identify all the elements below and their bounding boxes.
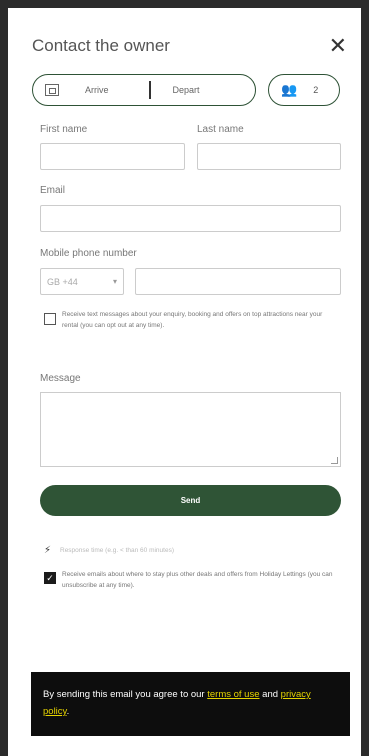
email-field[interactable] xyxy=(40,205,341,232)
depart-date[interactable]: Depart xyxy=(173,85,200,95)
send-button[interactable]: Send xyxy=(40,485,341,516)
message-textarea[interactable] xyxy=(40,392,341,467)
terms-of-use-link[interactable]: terms of use xyxy=(207,689,259,700)
date-divider xyxy=(149,81,151,99)
date-range-picker[interactable]: Arrive Depart xyxy=(32,74,256,106)
consent-notice: By sending this email you agree to our t… xyxy=(31,672,350,736)
country-code-value: GB +44 xyxy=(47,276,78,287)
modal-title: Contact the owner xyxy=(32,36,170,55)
first-name-field[interactable] xyxy=(40,143,185,170)
country-code-select[interactable]: GB +44 ▾ xyxy=(40,268,124,295)
guests-selector[interactable]: 👥 2 xyxy=(268,74,340,106)
response-time-text: Response time (e.g. < than 60 minutes) xyxy=(60,547,174,554)
phone-label: Mobile phone number xyxy=(40,248,137,259)
notice-suffix: . xyxy=(66,706,70,717)
lightning-icon: ⚡ xyxy=(44,545,52,556)
arrive-date[interactable]: Arrive xyxy=(85,85,145,95)
calendar-icon xyxy=(45,84,59,96)
email-label: Email xyxy=(40,185,66,196)
phone-number-field[interactable] xyxy=(135,268,341,295)
notice-prefix: By sending this email you agree to our xyxy=(43,689,208,700)
email-consent-text: Receive emails about where to stay plus … xyxy=(62,571,333,589)
people-icon: 👥 xyxy=(281,82,298,97)
close-icon[interactable]: ✕ xyxy=(329,33,347,59)
email-consent-checkbox[interactable]: ✓ xyxy=(44,572,56,584)
resize-grip-icon[interactable] xyxy=(331,457,338,464)
guest-count: 2 xyxy=(313,85,319,95)
notice-middle: and xyxy=(259,689,281,700)
first-name-label: First name xyxy=(40,124,88,135)
last-name-label: Last name xyxy=(197,124,244,135)
chevron-down-icon: ▾ xyxy=(112,277,117,286)
sms-consent-text: Receive text messages about your enquiry… xyxy=(62,311,323,329)
last-name-field[interactable] xyxy=(197,143,341,170)
message-label: Message xyxy=(40,373,81,384)
sms-consent-checkbox[interactable] xyxy=(44,313,56,325)
